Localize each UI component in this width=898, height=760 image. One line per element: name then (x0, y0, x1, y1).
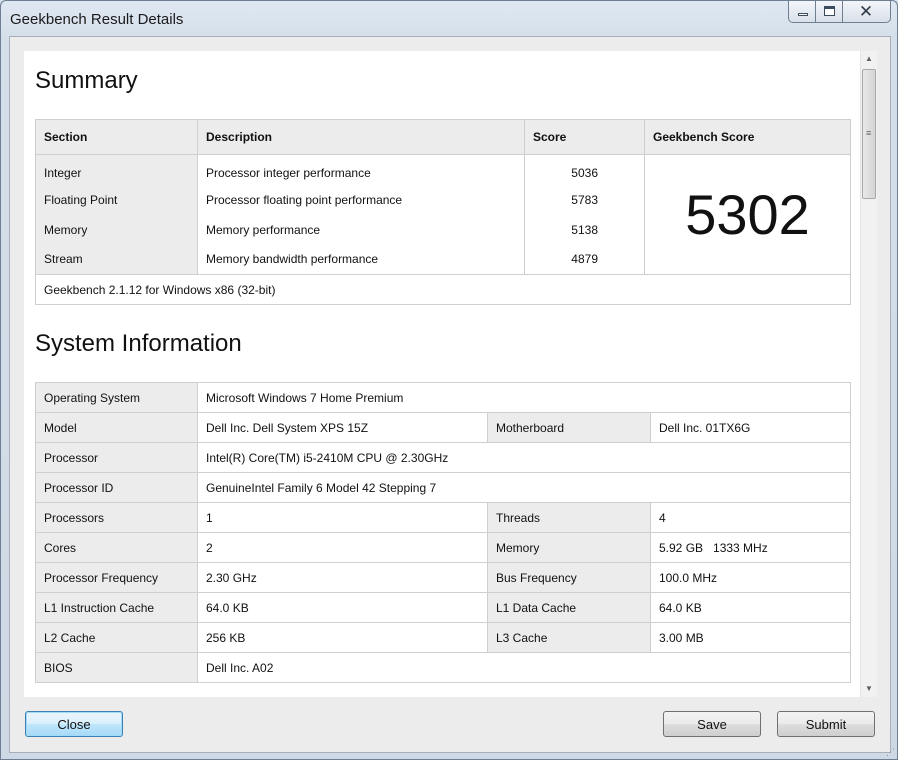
processor-value: Intel(R) Core(TM) i5-2410M CPU @ 2.30GHz (196, 442, 852, 473)
operating-system-label: Operating System (35, 382, 198, 413)
threads-label: Threads (487, 502, 651, 533)
scrollbar-thumb[interactable]: ≡ (862, 69, 876, 199)
l3-cache-label: L3 Cache (487, 622, 651, 653)
submit-button[interactable]: Submit (777, 711, 875, 737)
column-header-description: Description (197, 119, 525, 155)
summary-footer-row: Geekbench 2.1.12 for Windows x86 (32-bit… (35, 274, 851, 305)
summary-section-integer: Integer (35, 154, 198, 185)
geekbench-version: Geekbench 2.1.12 for Windows x86 (32-bit… (35, 274, 851, 305)
scroll-down-arrow-icon[interactable]: ▼ (861, 681, 877, 697)
geekbench-score-value: 5302 (644, 154, 851, 275)
table-row: Processor Intel(R) Core(TM) i5-2410M CPU… (35, 442, 852, 473)
cores-label: Cores (35, 532, 198, 563)
table-row: Processors 1 Threads 4 (35, 502, 852, 533)
summary-description: Memory performance (197, 214, 525, 245)
summary-description: Memory bandwidth performance (197, 244, 525, 275)
table-row: Cores 2 Memory 5.92 GB 1333 MHz (35, 532, 852, 563)
bus-frequency-value: 100.0 MHz (649, 562, 852, 593)
result-details-panel: Summary Section Description Score Geekbe… (24, 51, 860, 697)
l2-cache-label: L2 Cache (35, 622, 198, 653)
grip-icon: ≡ (866, 128, 872, 138)
summary-score: 5138 (524, 214, 645, 245)
summary-header-row: Section Description Score Geekbench Scor… (35, 119, 851, 155)
processor-label: Processor (35, 442, 198, 473)
processor-id-value: GenuineIntel Family 6 Model 42 Stepping … (196, 472, 852, 503)
table-row: L1 Instruction Cache 64.0 KB L1 Data Cac… (35, 592, 852, 623)
minimize-button[interactable] (788, 1, 816, 23)
table-row: Processor Frequency 2.30 GHz Bus Frequen… (35, 562, 852, 593)
l2-cache-value: 256 KB (197, 622, 488, 653)
summary-description: Processor floating point performance (197, 184, 525, 215)
close-icon: ✕ (858, 2, 874, 21)
system-information-table: Operating System Microsoft Windows 7 Hom… (35, 382, 852, 683)
close-button[interactable]: Close (25, 711, 123, 737)
table-row: BIOS Dell Inc. A02 (35, 652, 852, 683)
cores-value: 2 (197, 532, 488, 563)
memory-value: 5.92 GB 1333 MHz (649, 532, 852, 563)
column-header-score: Score (524, 119, 645, 155)
client-area: Summary Section Description Score Geekbe… (9, 36, 891, 753)
window-title: Geekbench Result Details (10, 11, 184, 28)
summary-section-stream: Stream (35, 244, 198, 275)
summary-table: Section Description Score Geekbench Scor… (35, 119, 851, 305)
l1-instruction-cache-value: 64.0 KB (197, 592, 488, 623)
system-information-title: System Information (35, 330, 242, 357)
summary-score: 5783 (524, 184, 645, 215)
table-row: Model Dell Inc. Dell System XPS 15Z Moth… (35, 412, 852, 443)
l3-cache-value: 3.00 MB (649, 622, 852, 653)
threads-value: 4 (649, 502, 852, 533)
column-header-geekbench-score: Geekbench Score (644, 119, 851, 155)
resize-grip-icon[interactable]: ⋰ (886, 748, 895, 757)
summary-title: Summary (35, 67, 138, 94)
summary-score: 4879 (524, 244, 645, 275)
bios-value: Dell Inc. A02 (196, 652, 852, 683)
bios-label: BIOS (35, 652, 198, 683)
processors-value: 1 (197, 502, 488, 533)
l1-data-cache-value: 64.0 KB (649, 592, 852, 623)
table-row: Processor ID GenuineIntel Family 6 Model… (35, 472, 852, 503)
maximize-icon (824, 6, 835, 16)
l1-instruction-cache-label: L1 Instruction Cache (35, 592, 198, 623)
table-row: Integer Processor integer performance 50… (35, 154, 851, 275)
close-window-button[interactable]: ✕ (843, 1, 891, 23)
model-label: Model (35, 412, 198, 443)
processors-label: Processors (35, 502, 198, 533)
dialog-window: Geekbench Result Details ✕ Summary Secti… (0, 0, 898, 760)
table-row: L2 Cache 256 KB L3 Cache 3.00 MB (35, 622, 852, 653)
vertical-scrollbar[interactable]: ▲ ≡ ▼ (860, 51, 877, 697)
processor-id-label: Processor ID (35, 472, 198, 503)
minimize-icon (798, 13, 808, 16)
summary-score: 5036 (524, 154, 645, 185)
l1-data-cache-label: L1 Data Cache (487, 592, 651, 623)
motherboard-value: Dell Inc. 01TX6G (649, 412, 852, 443)
table-row: Operating System Microsoft Windows 7 Hom… (35, 382, 852, 413)
processor-frequency-label: Processor Frequency (35, 562, 198, 593)
memory-label: Memory (487, 532, 651, 563)
summary-section-memory: Memory (35, 214, 198, 245)
motherboard-label: Motherboard (487, 412, 651, 443)
caption-buttons: ✕ (788, 1, 891, 25)
model-value: Dell Inc. Dell System XPS 15Z (197, 412, 488, 443)
save-button[interactable]: Save (663, 711, 761, 737)
processor-frequency-value: 2.30 GHz (197, 562, 488, 593)
summary-section-floating-point: Floating Point (35, 184, 198, 215)
scroll-up-arrow-icon[interactable]: ▲ (861, 51, 877, 67)
maximize-button[interactable] (816, 1, 843, 23)
summary-description: Processor integer performance (197, 154, 525, 185)
operating-system-value: Microsoft Windows 7 Home Premium (196, 382, 852, 413)
column-header-section: Section (35, 119, 198, 155)
bus-frequency-label: Bus Frequency (487, 562, 651, 593)
